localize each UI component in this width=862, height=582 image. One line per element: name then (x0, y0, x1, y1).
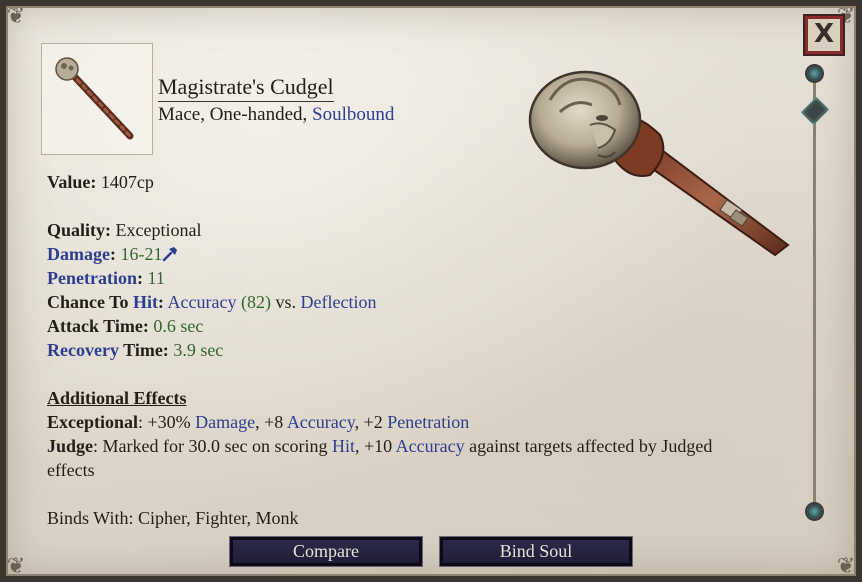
item-thumbnail (41, 43, 153, 155)
item-stats: Value: 1407cp Quality: Exceptional Damag… (47, 170, 807, 530)
corner-ornament-icon: ❦ (836, 553, 856, 578)
penetration-effect-link[interactable]: Penetration (387, 412, 469, 432)
mace-thumbnail-icon (55, 57, 134, 140)
scrollbar[interactable] (800, 60, 830, 530)
deflection-link[interactable]: Deflection (301, 292, 377, 312)
accuracy-link[interactable]: Accuracy (168, 292, 237, 312)
damage-link[interactable]: Damage (47, 244, 110, 264)
quality-value: Exceptional (115, 220, 202, 240)
recovery-time-value: 3.9 sec (173, 340, 224, 360)
value-amount: 1407cp (100, 172, 154, 192)
attack-time-label: Attack Time: (47, 316, 149, 336)
damage-effect-link[interactable]: Damage (195, 412, 255, 432)
penetration-value: 11 (147, 268, 165, 288)
judge-effect-row-cont: effects (47, 460, 95, 480)
recovery-link[interactable]: Recovery (47, 340, 119, 360)
exceptional-label: Exceptional (47, 412, 139, 432)
recovery-time-row: Recovery Time: 3.9 sec (47, 338, 807, 362)
value-label: Value: (47, 172, 97, 192)
recovery-time-label: Time: (118, 340, 169, 360)
effect-text: : Marked for 30.0 sec on scoring (93, 436, 332, 456)
hit-link[interactable]: Hit (133, 292, 158, 312)
binds-with: Binds With: Cipher, Fighter, Monk (47, 508, 299, 528)
attack-time-row: Attack Time: 0.6 sec (47, 314, 807, 338)
quality-label: Quality: (47, 220, 112, 240)
bind-soul-button[interactable]: Bind Soul (440, 537, 632, 566)
crush-hammer-icon (163, 247, 178, 262)
scroll-track[interactable] (813, 80, 816, 510)
close-icon: X (813, 19, 835, 49)
vs-text: vs. (271, 292, 301, 312)
judge-effect-row: Judge: Marked for 30.0 sec on scoring Hi… (47, 434, 807, 458)
scroll-up-cap-icon[interactable] (807, 66, 822, 81)
compare-button[interactable]: Compare (230, 537, 422, 566)
value-row: Value: 1407cp (47, 170, 807, 194)
effect-text: , +10 (354, 436, 396, 456)
chance-to-hit-row: Chance To Hit: Accuracy (82) vs. Deflect… (47, 292, 377, 312)
additional-effects-header: Additional Effects (47, 388, 187, 408)
penetration-row: Penetration: 11 (47, 268, 165, 288)
item-type-text: Mace, One-handed, (158, 104, 313, 125)
hit-effect-link[interactable]: Hit (332, 436, 355, 456)
penetration-link[interactable]: Penetration (47, 268, 137, 288)
item-name: Magistrate's Cudgel (158, 74, 334, 102)
effect-text: , +8 (255, 412, 287, 432)
accuracy-value: (82) (241, 292, 271, 312)
corner-ornament-icon: ❦ (6, 553, 26, 578)
soulbound-link[interactable]: Soulbound (312, 104, 394, 125)
exceptional-effect-row: Exceptional: +30% Damage, +8 Accuracy, +… (47, 410, 807, 434)
close-button[interactable]: X (805, 16, 843, 54)
attack-time-value: 0.6 sec (153, 316, 204, 336)
damage-row: Damage: 16-21 (47, 242, 807, 266)
chance-label: Chance To (47, 292, 134, 312)
damage-value: 16-21 (120, 244, 163, 264)
judge-label: Judge (47, 436, 94, 456)
effect-text: , +2 (354, 412, 388, 432)
effect-text: : +30% (138, 412, 196, 432)
corner-ornament-icon: ❦ (6, 3, 26, 28)
accuracy-effect-link[interactable]: Accuracy (287, 412, 355, 432)
accuracy-effect-link[interactable]: Accuracy (396, 436, 465, 456)
scroll-down-cap-icon[interactable] (807, 504, 822, 519)
quality-row: Quality: Exceptional (47, 218, 807, 242)
item-type: Mace, One-handed, Soulbound (158, 104, 394, 126)
effect-text: against targets affected by Judged (464, 436, 713, 456)
